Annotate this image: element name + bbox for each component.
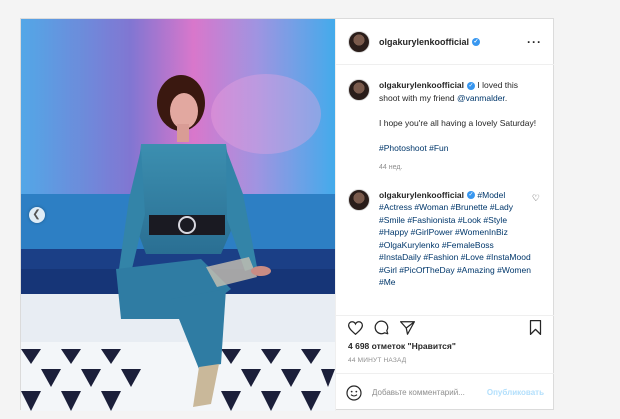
caption-hashtags[interactable]: #Photoshoot #Fun (379, 142, 537, 155)
verified-badge-icon: ✓ (472, 38, 481, 47)
post-card: ❮ olgakurylenkoofficial ✓ ··· olgakurylen… (20, 18, 554, 411)
add-comment-bar: Опубликовать (336, 373, 554, 411)
publish-button[interactable]: Опубликовать (487, 388, 544, 397)
previous-image-button[interactable]: ❮ (29, 207, 45, 223)
list-item: olgakurylenkoofficial ✓ #Model #Actress #… (348, 188, 542, 289)
post-photo[interactable]: ❮ (21, 19, 335, 411)
avatar[interactable] (348, 188, 370, 211)
caption-username[interactable]: olgakurylenkoofficial (379, 80, 464, 90)
likes-count[interactable]: 4 698 отметок "Нравится" (348, 341, 456, 351)
more-options-icon[interactable]: ··· (527, 35, 542, 49)
comment-input[interactable] (372, 388, 487, 397)
caption-text: olgakurylenkoofficial ✓ I loved this shoo… (379, 79, 537, 175)
comment-username[interactable]: olgakurylenkoofficial (379, 190, 464, 200)
verified-badge-icon: ✓ (467, 191, 476, 200)
comment-like-heart-icon[interactable]: ♡ (532, 193, 540, 204)
fashion-photo-illustration (21, 19, 335, 411)
caption: olgakurylenkoofficial ✓ I loved this shoo… (348, 79, 542, 175)
post-side-panel: olgakurylenkoofficial ✓ ··· olgakurylenko… (335, 19, 554, 411)
avatar[interactable] (348, 30, 370, 53)
comment-hashtags[interactable]: #Model #Actress #Woman #Brunette #Lady #… (379, 190, 531, 288)
caption-line2: I hope you're all having a lovely Saturd… (379, 117, 537, 128)
caption-mention[interactable]: @vanmalder (457, 93, 505, 103)
verified-badge-icon: ✓ (467, 81, 476, 90)
share-icon[interactable] (398, 319, 416, 337)
chevron-left-icon: ❮ (32, 209, 41, 220)
heart-icon[interactable] (346, 319, 364, 337)
comment-icon[interactable] (372, 319, 390, 337)
post-timestamp: 44 МИНУТ НАЗАД (348, 357, 407, 364)
comments-section: olgakurylenkoofficial ✓ I loved this shoo… (336, 65, 554, 315)
emoji-icon[interactable] (346, 384, 362, 401)
avatar[interactable] (348, 79, 370, 101)
comment-text: olgakurylenkoofficial ✓ #Model #Actress #… (379, 189, 537, 289)
caption-text-part2: . (504, 92, 508, 103)
post-actions (336, 315, 554, 339)
caption-time: 44 нед. (379, 164, 403, 171)
post-header: olgakurylenkoofficial ✓ ··· (336, 19, 554, 65)
save-icon[interactable] (526, 319, 544, 337)
post-author-username[interactable]: olgakurylenkoofficial ✓ (379, 37, 481, 47)
